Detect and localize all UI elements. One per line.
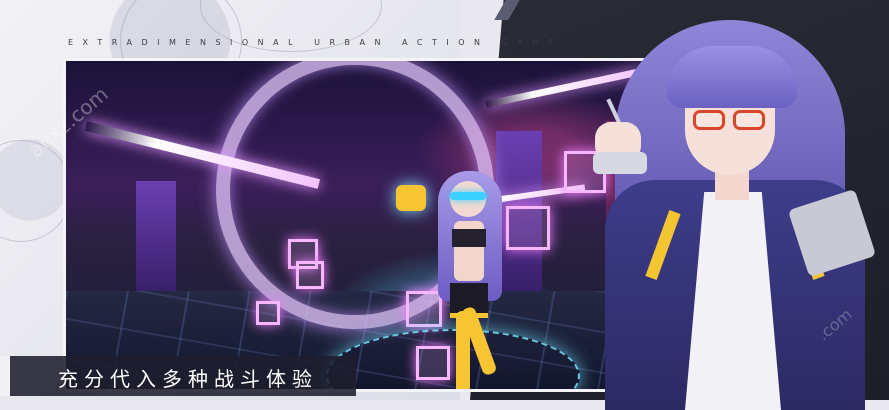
glasses-lens <box>733 110 765 130</box>
background-pillar <box>136 181 176 291</box>
caption-bar: 充分代入多种战斗体验 <box>0 356 356 396</box>
fighter-visor <box>450 192 486 200</box>
neon-cube <box>506 206 550 250</box>
fighter-glove <box>396 185 426 211</box>
caption-text: 充分代入多种战斗体验 <box>58 367 318 391</box>
glasses-lens <box>693 110 725 130</box>
neon-cube <box>256 301 280 325</box>
caption-accent <box>0 356 10 396</box>
hero-bangs <box>667 46 797 108</box>
neon-cube <box>406 291 442 327</box>
hero-cuff <box>593 152 647 174</box>
fighter-top <box>452 229 486 247</box>
tagline: EXTRADIMENSIONAL URBAN ACTION GAME <box>68 38 564 47</box>
heroine-character <box>575 10 889 410</box>
neon-cube <box>296 261 324 289</box>
glasses-icon <box>693 110 769 130</box>
